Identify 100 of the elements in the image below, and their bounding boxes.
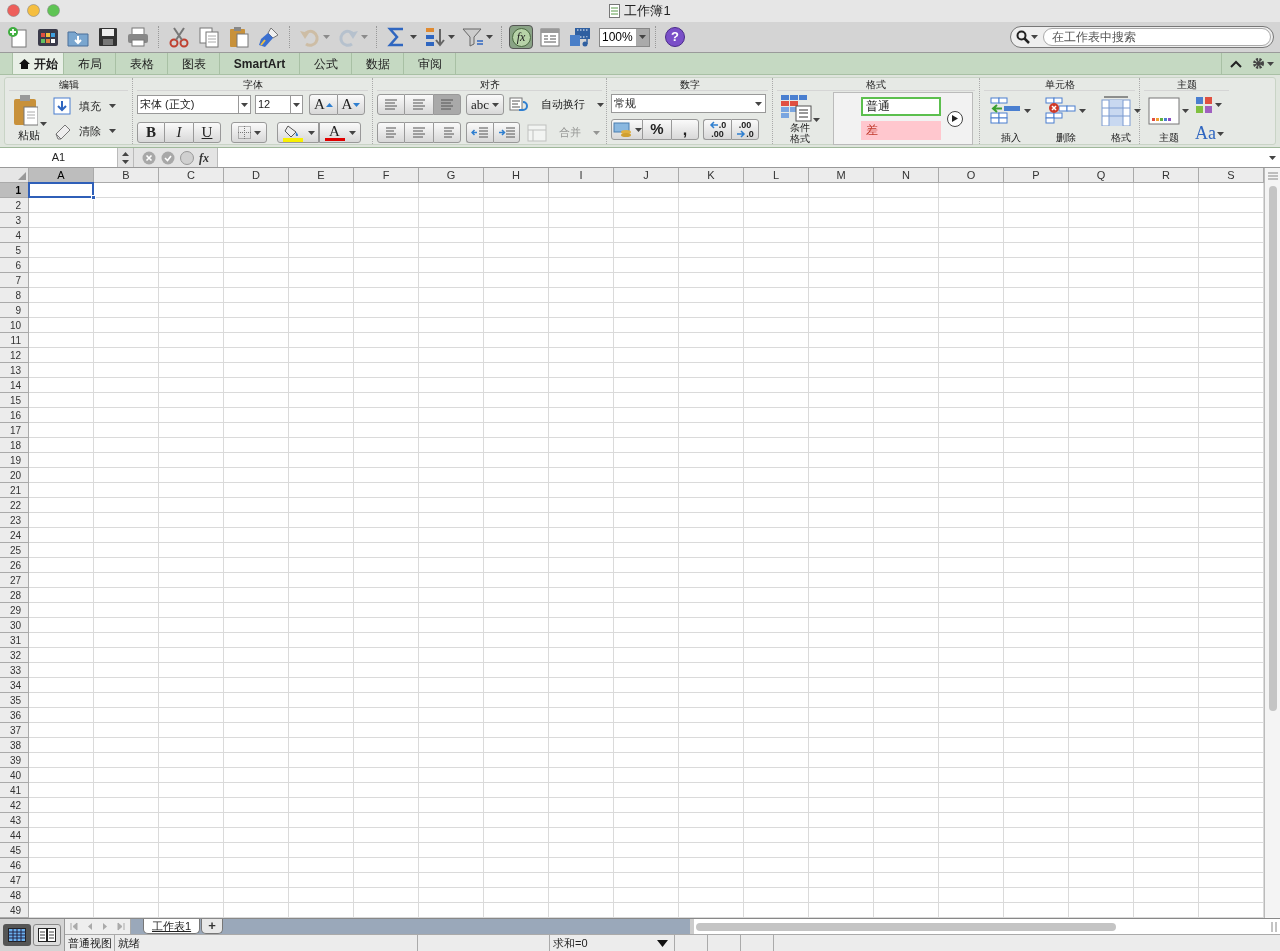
delete-cells-button[interactable]: 删除 [1045, 96, 1086, 145]
name-box[interactable]: A1 [0, 148, 118, 167]
row-header[interactable]: 3 [0, 213, 29, 228]
row-header[interactable]: 30 [0, 618, 29, 633]
row-header[interactable]: 40 [0, 768, 29, 783]
ribbon-tab[interactable]: 开始 [12, 53, 64, 74]
percent-button[interactable]: % [643, 119, 671, 140]
shrink-font-button[interactable]: A [337, 94, 365, 115]
row-header[interactable]: 46 [0, 858, 29, 873]
normal-view-button[interactable] [3, 924, 31, 946]
row-header[interactable]: 36 [0, 708, 29, 723]
increase-indent-button[interactable] [493, 122, 520, 143]
fill-handle[interactable] [91, 195, 96, 200]
insert-cells-button[interactable]: 插入 [990, 96, 1031, 145]
active-cell[interactable] [28, 182, 94, 198]
format-cells-button[interactable]: 格式 [1100, 96, 1141, 145]
row-header[interactable]: 43 [0, 813, 29, 828]
sum-dropdown[interactable]: 求和=0 [550, 935, 675, 951]
font-color-button[interactable]: A [319, 122, 361, 143]
row-header[interactable]: 2 [0, 198, 29, 213]
row-header[interactable]: 21 [0, 483, 29, 498]
column-header[interactable]: F [354, 168, 419, 183]
zoom-field[interactable]: 100% [599, 27, 650, 47]
italic-button[interactable]: I [165, 122, 193, 143]
row-header[interactable]: 4 [0, 228, 29, 243]
column-header[interactable]: E [289, 168, 354, 183]
grow-font-button[interactable]: A [309, 94, 337, 115]
row-header[interactable]: 18 [0, 438, 29, 453]
row-header[interactable]: 6 [0, 258, 29, 273]
row-header[interactable]: 12 [0, 348, 29, 363]
decrease-decimal-button[interactable]: .0 .00 [703, 119, 731, 140]
add-sheet-button[interactable]: + [201, 919, 224, 934]
column-header[interactable]: M [809, 168, 874, 183]
row-header[interactable]: 29 [0, 603, 29, 618]
center-button[interactable] [405, 122, 433, 143]
row-header[interactable]: 16 [0, 408, 29, 423]
row-header[interactable]: 5 [0, 243, 29, 258]
clear-button[interactable]: 清除 [53, 122, 116, 140]
column-header[interactable]: S [1199, 168, 1264, 183]
theme-colors-button[interactable] [1195, 96, 1224, 114]
page-layout-view-button[interactable] [33, 924, 61, 946]
row-header[interactable]: 33 [0, 663, 29, 678]
row-header[interactable]: 11 [0, 333, 29, 348]
currency-button[interactable] [611, 119, 643, 140]
row-header[interactable]: 49 [0, 903, 29, 918]
bold-button[interactable]: B [137, 122, 165, 143]
row-header[interactable]: 42 [0, 798, 29, 813]
cell-grid[interactable] [29, 183, 1264, 918]
row-header[interactable]: 17 [0, 423, 29, 438]
column-header[interactable]: J [614, 168, 679, 183]
fill-button[interactable]: 填充 [53, 97, 116, 115]
column-header[interactable]: N [874, 168, 939, 183]
row-header[interactable]: 15 [0, 393, 29, 408]
row-header[interactable]: 37 [0, 723, 29, 738]
align-right-button[interactable] [433, 122, 461, 143]
row-header[interactable]: 13 [0, 363, 29, 378]
align-middle-button[interactable] [405, 94, 433, 115]
themes-button[interactable]: 主题 [1148, 96, 1189, 145]
row-header[interactable]: 48 [0, 888, 29, 903]
round-button[interactable] [180, 150, 194, 165]
font-size-field[interactable]: 12 [255, 95, 303, 114]
column-header[interactable]: G [419, 168, 484, 183]
orientation-button[interactable]: abc [466, 94, 504, 115]
comma-button[interactable]: , [671, 119, 699, 140]
column-header[interactable]: D [224, 168, 289, 183]
row-header[interactable]: 8 [0, 288, 29, 303]
row-header[interactable]: 10 [0, 318, 29, 333]
row-header[interactable]: 39 [0, 753, 29, 768]
row-header[interactable]: 35 [0, 693, 29, 708]
conditional-formatting-button[interactable]: 条件格式 [777, 93, 823, 144]
formula-builder-button[interactable]: fx [509, 25, 533, 49]
align-top-button[interactable] [377, 94, 405, 115]
align-bottom-button[interactable] [433, 94, 461, 115]
cell-style[interactable]: 差 [861, 121, 941, 140]
column-header[interactable]: Q [1069, 168, 1134, 183]
column-header[interactable]: P [1004, 168, 1069, 183]
help-button[interactable]: ? [665, 27, 685, 47]
row-header[interactable]: 14 [0, 378, 29, 393]
column-header[interactable]: L [744, 168, 809, 183]
vertical-scrollbar[interactable] [1264, 168, 1280, 918]
column-header[interactable]: H [484, 168, 549, 183]
row-header[interactable]: 45 [0, 843, 29, 858]
row-header[interactable]: 41 [0, 783, 29, 798]
row-header[interactable]: 31 [0, 633, 29, 648]
insert-function-button[interactable]: fx [199, 148, 209, 167]
wrap-text-button[interactable]: 自动换行 [509, 95, 604, 114]
paste-button[interactable]: 粘贴 [9, 93, 49, 144]
underline-button[interactable]: U [193, 122, 221, 143]
cell-style[interactable]: 普通 [861, 97, 941, 116]
scroll-thumb[interactable] [1268, 186, 1277, 711]
row-header[interactable]: 28 [0, 588, 29, 603]
sheet-tab[interactable]: 工作表1 [143, 919, 201, 934]
horizontal-scrollbar[interactable] [690, 919, 1280, 934]
row-header[interactable]: 44 [0, 828, 29, 843]
decrease-indent-button[interactable] [466, 122, 493, 143]
column-header[interactable]: R [1134, 168, 1199, 183]
row-header[interactable]: 19 [0, 453, 29, 468]
column-header[interactable]: B [94, 168, 159, 183]
font-name-field[interactable]: 宋体 (正文) [137, 95, 251, 114]
settings-button[interactable] [1252, 57, 1274, 70]
